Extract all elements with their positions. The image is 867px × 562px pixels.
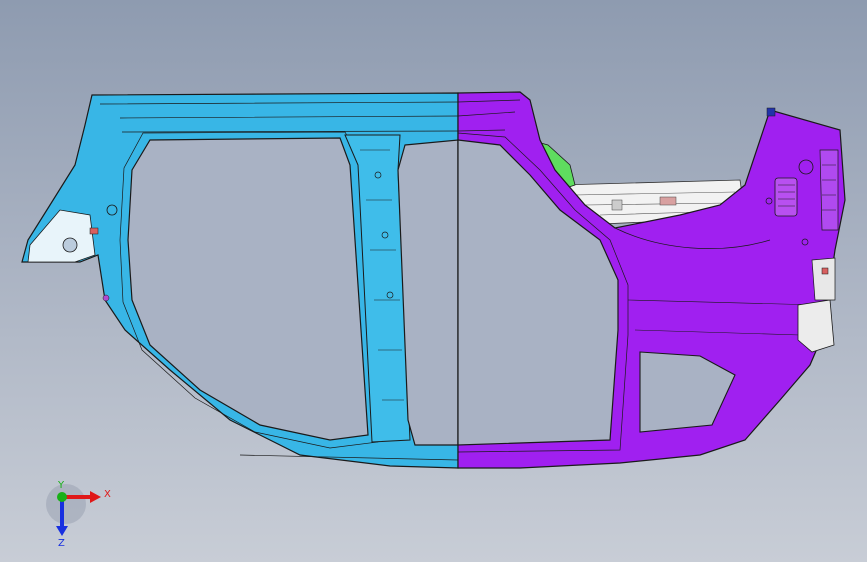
front-section — [21, 92, 459, 469]
x-axis-arrow — [90, 491, 101, 503]
y-axis-origin — [57, 492, 67, 502]
z-axis-label: Z — [58, 538, 65, 549]
z-axis-arrow — [56, 526, 68, 536]
x-axis-label: X — [104, 489, 111, 500]
cad-viewport[interactable] — [0, 0, 867, 562]
rear-section — [457, 91, 846, 469]
triad-shadow — [46, 484, 86, 524]
y-axis-label: Y — [57, 480, 65, 491]
coordinate-triad: X Y Z — [46, 480, 111, 549]
